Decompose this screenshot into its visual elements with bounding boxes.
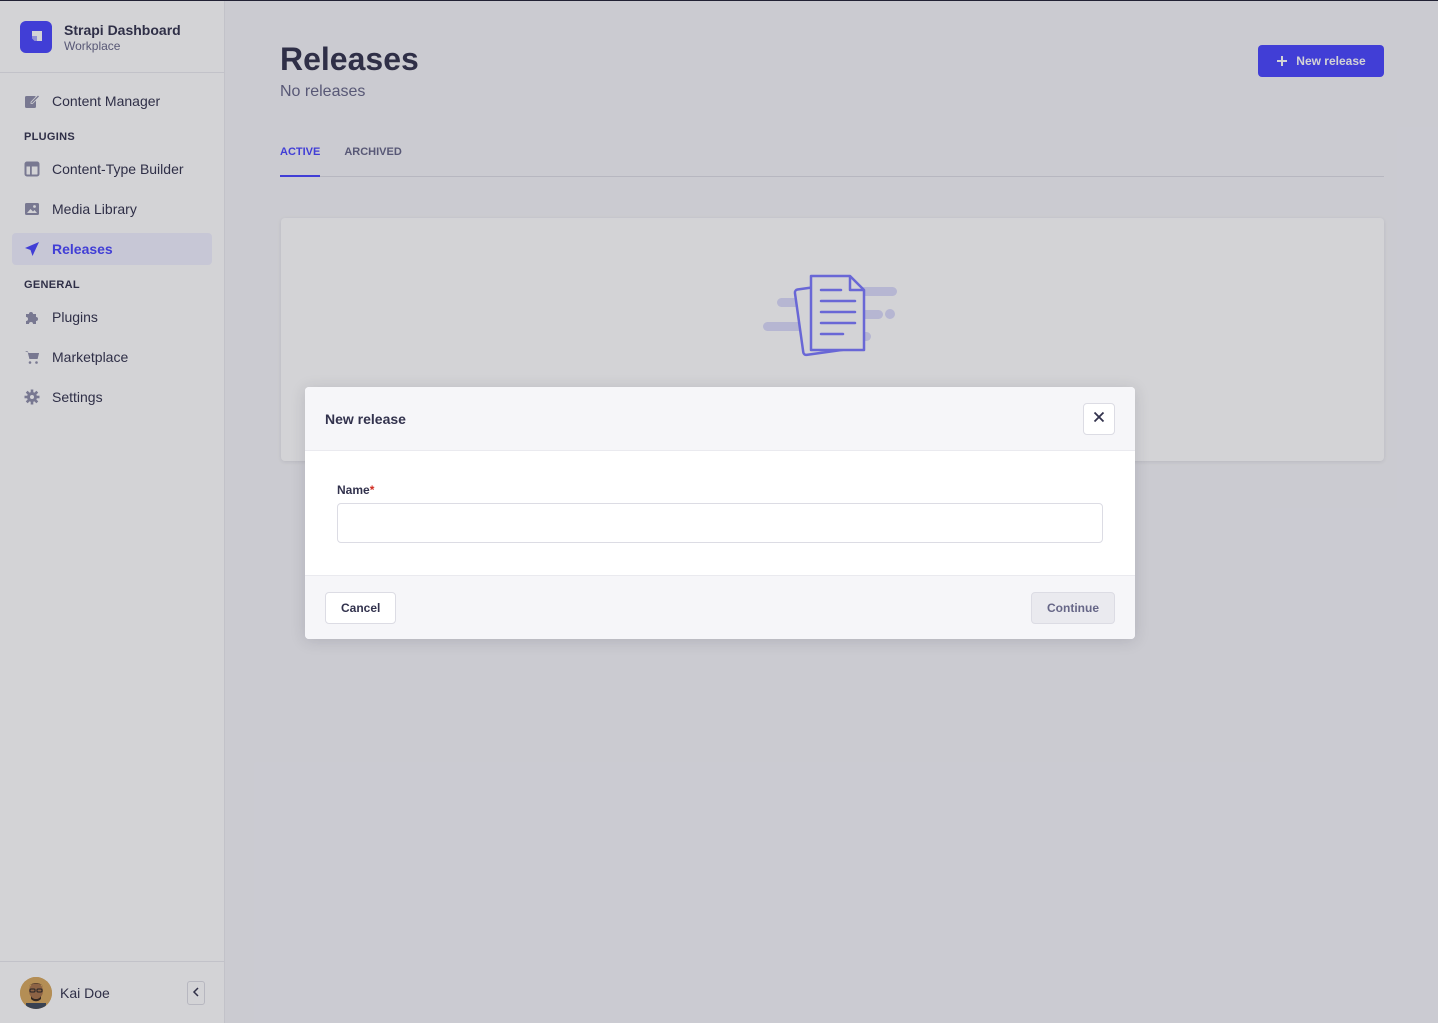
dialog-header: New release — [305, 387, 1135, 451]
dialog-title: New release — [325, 410, 406, 427]
name-field-label: Name* — [337, 483, 1103, 497]
close-button[interactable] — [1083, 403, 1115, 435]
dialog-footer: Cancel Continue — [305, 575, 1135, 639]
name-label-text: Name — [337, 483, 370, 497]
cancel-button[interactable]: Cancel — [325, 591, 397, 624]
required-marker: * — [369, 483, 375, 497]
new-release-dialog: New release Name* Cancel Continue — [305, 387, 1135, 639]
continue-button[interactable]: Continue — [1031, 592, 1115, 624]
dialog-body: Name* — [305, 451, 1135, 575]
release-name-input[interactable] — [337, 503, 1103, 543]
close-icon — [1093, 410, 1105, 428]
